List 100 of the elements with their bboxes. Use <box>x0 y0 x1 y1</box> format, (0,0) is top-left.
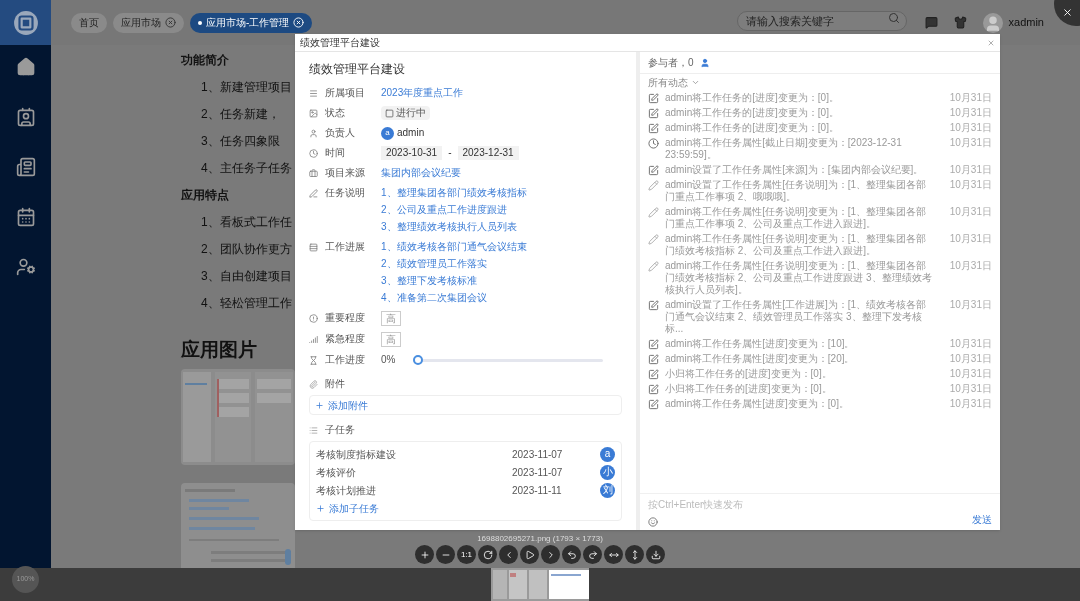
status-checkbox[interactable]: 进行中 <box>381 106 430 120</box>
level-tag[interactable]: 高 <box>381 311 401 326</box>
activity-text: 小归将工作任务的[进度]变更为：[0]。 <box>665 368 833 380</box>
feature-item: 1、看板式工作任 <box>200 214 292 231</box>
plus-icon[interactable] <box>316 503 325 513</box>
close-icon[interactable] <box>1062 7 1073 18</box>
bars-icon <box>309 334 318 344</box>
activity-date: 10月31日 <box>948 164 992 176</box>
edit-icon <box>648 123 659 134</box>
menu-icon <box>309 88 318 98</box>
subtask-name[interactable]: 考核制度指标建设 <box>316 446 512 462</box>
calendar-icon[interactable] <box>15 207 36 227</box>
plus-icon[interactable] <box>315 400 324 410</box>
add-subtask-button[interactable]: 添加子任务 <box>316 499 615 517</box>
activity-filter[interactable]: 所有动态 <box>648 74 688 90</box>
feature-item: 4、主任务子任务 <box>200 160 292 177</box>
assignee-avatar: 刘 <box>600 482 615 498</box>
subtask-date: 2023-11-11 <box>512 483 563 498</box>
hourglass-icon <box>309 355 318 365</box>
paperclip-icon <box>309 379 318 389</box>
activity-text: 小归将工作任务的[进度]变更为：[0]。 <box>665 383 833 395</box>
zoom-in-icon[interactable] <box>419 549 430 560</box>
activity-date: 10月31日 <box>948 107 992 119</box>
image-caption: 1698802695271.png (1793 × 1773) <box>476 533 604 545</box>
logo[interactable] <box>0 0 51 45</box>
activity-date: 10月31日 <box>948 383 992 395</box>
feature-item: 2、团队协作更方 <box>200 241 292 258</box>
section-heading: 应用特点 <box>181 187 229 204</box>
date-field[interactable]: 2023-12-31 <box>457 146 519 160</box>
field-label: 时间 <box>325 146 346 160</box>
list-line: 3、整理下发考核标准 <box>381 274 478 288</box>
clock-icon <box>309 148 318 158</box>
add-attachment-button[interactable]: 添加附件 <box>309 395 622 415</box>
field-link[interactable]: 2023年度重点工作 <box>381 86 464 100</box>
activity-text: admin设置了工作任务属性[来源]为：[集团内部会议纪要]。 <box>665 164 925 176</box>
subtask-name[interactable]: 考核评价 <box>316 464 512 480</box>
search-field[interactable]: 请输入搜索关键字 <box>736 10 907 31</box>
checkbox-icon[interactable] <box>385 108 394 118</box>
list-line: 4、准备第二次集团会议 <box>381 291 488 305</box>
add-user-icon[interactable] <box>699 57 710 68</box>
rotate-right-icon[interactable] <box>587 549 598 560</box>
comment-input[interactable]: 按Ctrl+Enter快速发布 <box>648 497 992 512</box>
image-icon <box>309 108 318 118</box>
play-icon[interactable] <box>524 549 535 560</box>
user-settings-icon[interactable] <box>15 257 36 277</box>
activity-text: admin设置了工作任务属性[任务说明]为：[1、整理集团各部门重点工作事项 2、哦哦哦]。 <box>665 179 928 203</box>
gallery-heading: 应用图片 <box>181 338 257 362</box>
level-tag[interactable]: 高 <box>381 332 401 347</box>
rotate-left-icon[interactable] <box>566 549 577 560</box>
field-label: 所属项目 <box>325 86 366 100</box>
download-icon[interactable] <box>650 549 661 560</box>
activity-date: 10月31日 <box>948 398 992 410</box>
shirt-icon[interactable] <box>953 16 967 29</box>
field-link[interactable]: 集团内部会议纪要 <box>381 166 461 180</box>
field-label: 紧急程度 <box>325 332 366 346</box>
edit-icon <box>648 93 659 104</box>
send-button[interactable]: 发送 <box>972 512 992 527</box>
activity-text: admin将工作任务属性[任务说明]变更为：[1、整理集团各部门绩效考核指标 2、公司及重点工作进入跟进]。 <box>665 233 928 257</box>
date-separator: - <box>448 146 452 160</box>
activity-date: 10月31日 <box>948 338 992 350</box>
monitor-user-icon[interactable] <box>15 107 36 127</box>
nav-tab[interactable]: 应用市场 <box>113 12 184 33</box>
message-icon[interactable] <box>924 16 938 29</box>
date-field[interactable]: 2023-10-31 <box>381 146 443 160</box>
feature-item: 3、任务四象限 <box>200 133 280 150</box>
reset-icon[interactable] <box>482 549 493 560</box>
field-label: 项目来源 <box>325 166 366 180</box>
feature-item: 2、任务新建， <box>200 106 280 123</box>
user-name[interactable]: xadmin <box>1008 14 1044 31</box>
pencil-icon <box>648 207 659 218</box>
nav-tab[interactable]: 首页 <box>71 12 107 33</box>
person-name: admin <box>397 126 425 140</box>
avatar: a <box>381 126 394 140</box>
dialog-title: 绩效管理平台建设 <box>300 36 380 50</box>
subtask-date: 2023-11-07 <box>512 465 564 480</box>
edit-icon <box>648 384 659 395</box>
slider-thumb[interactable] <box>413 354 423 365</box>
feature-item: 1、新建管理项目 <box>200 79 292 96</box>
home-icon[interactable] <box>15 57 36 77</box>
edit-icon <box>648 300 659 311</box>
subtask-name[interactable]: 考核计划推进 <box>316 482 512 498</box>
field-label: 负责人 <box>325 126 356 140</box>
pencil-icon <box>648 261 659 272</box>
activity-text: admin设置了工作任务属性[工作进展]为：[1、绩效考核各部门通气会议结束 2、绩效管理员工作落实 3、整理下发考核标... <box>665 299 928 335</box>
list-line: 2、公司及重点工作进度跟进 <box>381 203 508 217</box>
participants-label: 参与者，0 <box>648 56 694 70</box>
list-line: 1、整理集团各部门绩效考核指标 <box>381 186 527 200</box>
field-label: 工作进展 <box>325 240 366 254</box>
activity-date: 10月31日 <box>948 122 992 134</box>
newspaper-icon[interactable] <box>15 157 36 177</box>
emoji-icon[interactable] <box>648 517 658 527</box>
section-heading: 功能简介 <box>181 52 229 69</box>
user-avatar[interactable] <box>982 12 1003 33</box>
list-line: 3、整理绩效考核执行人员列表 <box>381 220 518 234</box>
search-icon[interactable] <box>887 11 900 24</box>
clock-icon <box>648 138 659 149</box>
activity-text: admin将工作任务属性[任务说明]变更为：[1、整理集团各部门绩效考核指标 2、公司及重点工作进度跟进 3、整理绩效考核执行人员列表]。 <box>665 260 933 296</box>
edit-icon <box>648 399 659 410</box>
nav-tab[interactable]: 应用市场-工作管理 <box>190 12 313 33</box>
activity-date: 10月31日 <box>948 137 992 149</box>
